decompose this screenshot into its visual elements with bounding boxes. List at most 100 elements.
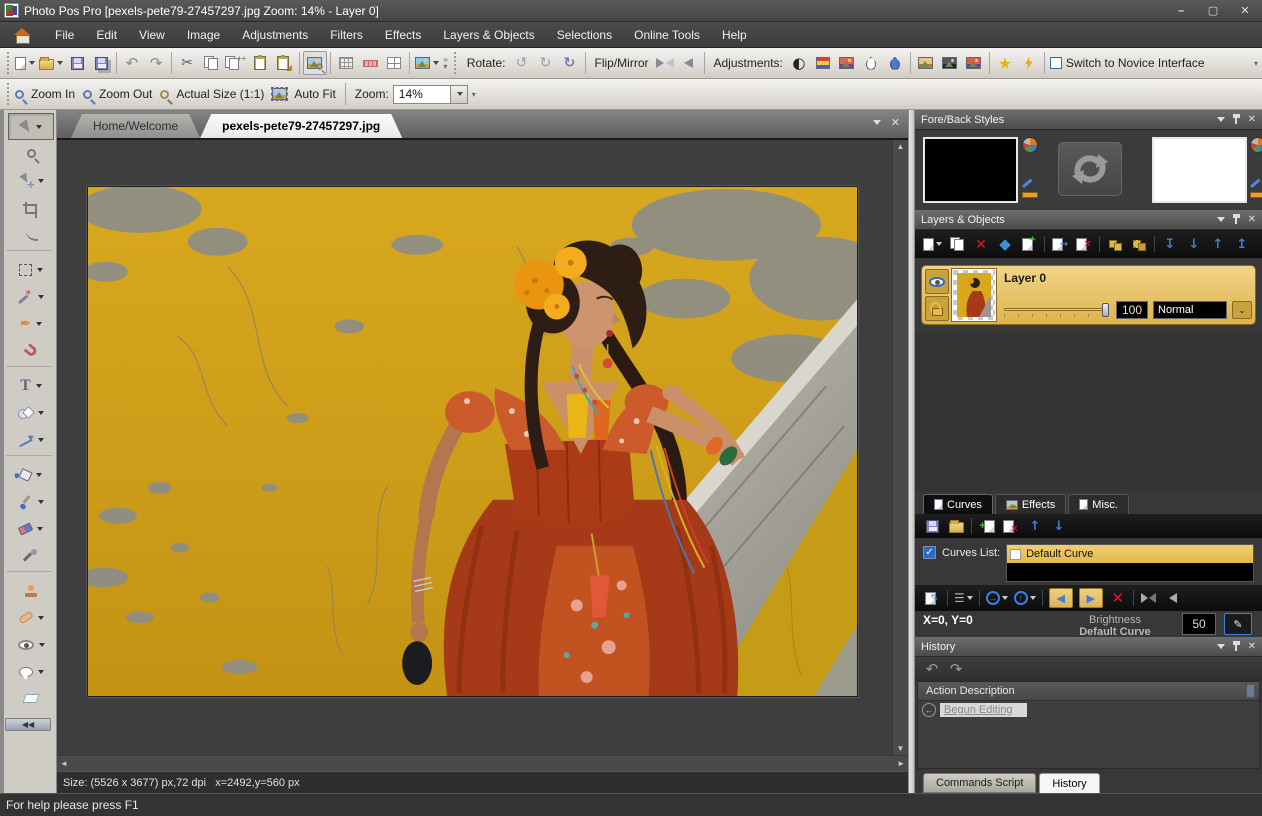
layer-row[interactable]: Layer 0 100 Normal ⌄ xyxy=(921,265,1256,325)
ungroup-objects-button[interactable] xyxy=(1130,234,1148,254)
ruler-button[interactable] xyxy=(358,51,382,75)
layer-properties-button[interactable]: ◆ xyxy=(996,234,1014,254)
scroll-left-icon[interactable]: ◄ xyxy=(60,759,68,768)
switch-novice-button[interactable]: Switch to Novice Interface xyxy=(1048,51,1211,75)
foreground-color-wheel-button[interactable] xyxy=(1021,136,1039,154)
opacity-slider-thumb[interactable] xyxy=(1102,303,1109,317)
sharpen-button[interactable] xyxy=(859,51,883,75)
lasso-tool[interactable]: ✒ xyxy=(8,310,54,337)
image-browser-button[interactable] xyxy=(303,51,327,75)
tab-history[interactable]: History xyxy=(1039,773,1099,793)
new-file-button[interactable] xyxy=(13,51,37,75)
healing-tool[interactable] xyxy=(8,604,54,631)
bring-to-front-button[interactable]: ↥ xyxy=(1233,234,1251,254)
layer-visibility-button[interactable] xyxy=(925,269,949,294)
clone-stamp-tool[interactable] xyxy=(8,577,54,604)
toolbar-overflow-button[interactable]: ▾ xyxy=(1254,60,1258,67)
send-backward-button[interactable]: ↓ xyxy=(1185,234,1203,254)
toolbar-overflow-button[interactable]: »▾ xyxy=(443,56,447,70)
menu-help[interactable]: Help xyxy=(711,24,758,46)
history-column-header[interactable]: Action Description xyxy=(918,682,1259,701)
toolbar-grip[interactable] xyxy=(5,52,10,74)
remove-layer-button[interactable]: ✕ xyxy=(1075,234,1093,254)
home-icon[interactable] xyxy=(14,28,30,42)
tab-document[interactable]: pexels-pete79-27457297.jpg xyxy=(200,114,402,138)
menu-file[interactable]: File xyxy=(44,24,85,46)
actual-size-button[interactable]: Actual Size (1:1) xyxy=(158,82,270,106)
tab-list-dropdown-icon[interactable] xyxy=(873,120,881,125)
curve-value-box[interactable]: 50 xyxy=(1182,613,1216,635)
layer-thumbnail[interactable] xyxy=(952,269,996,321)
scroll-right-icon[interactable]: ► xyxy=(897,759,905,768)
panel-menu-icon[interactable] xyxy=(1217,117,1225,122)
zoom-value-box[interactable]: 14% xyxy=(393,85,451,104)
open-file-button[interactable] xyxy=(37,51,65,75)
line-tool[interactable] xyxy=(8,426,54,453)
menu-layers-objects[interactable]: Layers & Objects xyxy=(432,24,545,46)
zoom-in-button[interactable]: Zoom In xyxy=(13,82,81,106)
select-tool[interactable] xyxy=(8,113,54,140)
background-style-button[interactable] xyxy=(1249,182,1262,200)
favorites-button[interactable]: ★ xyxy=(993,51,1017,75)
flip-vertical-button[interactable] xyxy=(653,51,677,75)
curves-listbox[interactable]: Default Curve xyxy=(1006,544,1254,582)
bring-forward-button[interactable]: ↑ xyxy=(1209,234,1227,254)
eraser-tool[interactable] xyxy=(8,515,54,542)
quick-actions-button[interactable] xyxy=(1017,51,1041,75)
apply-curve-button[interactable]: ✎ xyxy=(1224,613,1252,635)
menu-edit[interactable]: Edit xyxy=(85,24,128,46)
tab-effects[interactable]: Effects xyxy=(995,494,1066,514)
tab-close-icon[interactable]: ✕ xyxy=(891,116,900,129)
move-tool[interactable] xyxy=(8,167,54,194)
rotate-left-button[interactable]: ↺ xyxy=(510,51,534,75)
horizontal-scrollbar[interactable]: ◄► xyxy=(57,755,908,771)
background-color-swatch[interactable] xyxy=(1152,137,1247,203)
menu-effects[interactable]: Effects xyxy=(374,24,432,46)
scroll-down-icon[interactable]: ▼ xyxy=(897,744,905,753)
history-redo-button[interactable]: ↷ xyxy=(947,659,965,679)
flip-curve-vertical-button[interactable] xyxy=(1164,588,1182,608)
zoom-tool[interactable] xyxy=(8,140,54,167)
tab-home-welcome[interactable]: Home/Welcome xyxy=(71,114,200,138)
history-scrollbar[interactable] xyxy=(1246,684,1255,698)
blend-mode-dropdown-button[interactable]: ⌄ xyxy=(1232,301,1252,319)
pin-icon[interactable] xyxy=(1232,114,1241,125)
background-color-wheel-button[interactable] xyxy=(1249,136,1262,154)
menu-online-tools[interactable]: Online Tools xyxy=(623,24,711,46)
minimize-button[interactable]: – xyxy=(1168,3,1194,19)
swap-colors-button[interactable] xyxy=(1058,142,1122,196)
move-curve-down-button[interactable]: ↓ xyxy=(1050,516,1068,536)
delete-layer-button[interactable]: ✕ xyxy=(972,234,990,254)
menu-selections[interactable]: Selections xyxy=(546,24,623,46)
document-image[interactable] xyxy=(87,186,858,697)
shape-overlay-tool[interactable] xyxy=(8,685,54,712)
pin-icon[interactable] xyxy=(1232,214,1241,225)
redo-button[interactable]: ↷ xyxy=(144,51,168,75)
previous-point-button[interactable]: ◀ xyxy=(1049,588,1073,608)
panel-splitter[interactable] xyxy=(908,110,915,793)
history-item[interactable]: ← Begun Editing xyxy=(918,701,1259,719)
move-curve-up-button[interactable]: ↑ xyxy=(1026,516,1044,536)
delete-curve-button[interactable]: ✕ xyxy=(1002,516,1020,536)
fill-tool[interactable] xyxy=(8,461,54,488)
text-tool[interactable]: T xyxy=(8,372,54,399)
panel-menu-icon[interactable] xyxy=(1217,644,1225,649)
copy-button[interactable] xyxy=(199,51,223,75)
paste-as-new-button[interactable]: ◢ xyxy=(272,51,296,75)
history-undo-button[interactable]: ↶ xyxy=(923,659,941,679)
add-curve-button[interactable]: + xyxy=(978,516,996,536)
foreground-style-button[interactable] xyxy=(1021,182,1039,200)
eyedropper-tool[interactable] xyxy=(8,542,54,569)
shapes-tool[interactable] xyxy=(8,399,54,426)
auto-fit-button[interactable]: Auto Fit xyxy=(270,82,341,106)
red-eye-tool[interactable] xyxy=(8,631,54,658)
brightness-contrast-button[interactable]: ◐ xyxy=(787,51,811,75)
toolbar-grip[interactable] xyxy=(5,83,10,105)
maximize-button[interactable]: ▢ xyxy=(1200,3,1226,19)
edit-curve-button[interactable]: ✎ xyxy=(923,588,941,608)
blur-button[interactable] xyxy=(883,51,907,75)
load-curves-button[interactable] xyxy=(947,516,965,536)
panel-close-icon[interactable]: ✕ xyxy=(1248,214,1256,225)
zoom-dropdown-button[interactable] xyxy=(451,85,468,104)
blend-mode-select[interactable]: Normal xyxy=(1153,301,1227,319)
